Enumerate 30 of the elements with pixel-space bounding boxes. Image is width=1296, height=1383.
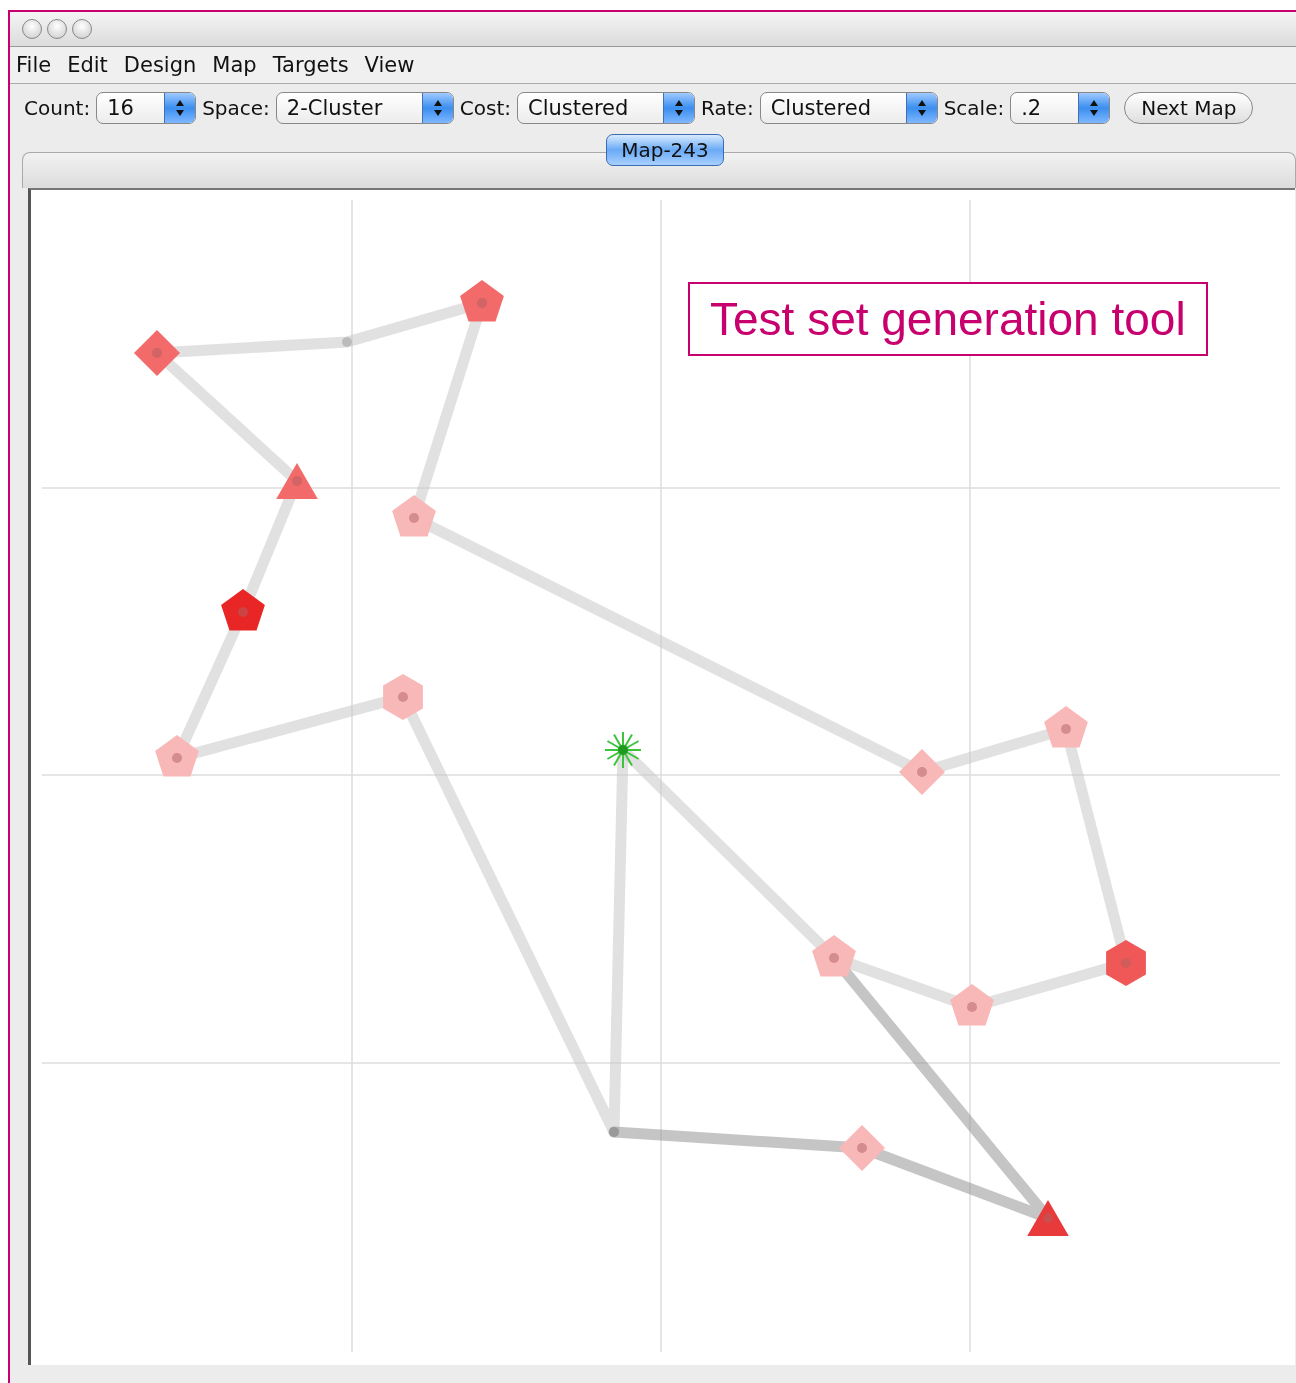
callout-label: Test set generation tool xyxy=(688,282,1208,356)
tab[interactable]: Map-243 xyxy=(606,134,724,166)
menu-item[interactable]: Edit xyxy=(67,53,108,77)
menu-item[interactable]: Map xyxy=(212,53,257,77)
window-zoom-button[interactable] xyxy=(72,19,92,39)
menu-item[interactable]: View xyxy=(364,53,415,77)
start-marker xyxy=(604,731,642,769)
dropdown[interactable]: .2 xyxy=(1010,92,1111,124)
waypoint xyxy=(609,1127,619,1137)
dropdown[interactable]: 2-Cluster xyxy=(275,92,454,124)
menu-item[interactable]: Targets xyxy=(272,53,349,77)
field-label: Rate: xyxy=(701,96,754,120)
spinner-arrows-icon xyxy=(175,99,186,117)
field-label: Count: xyxy=(24,96,91,120)
dropdown[interactable]: 16 xyxy=(96,92,197,124)
waypoint xyxy=(342,337,352,347)
menu-item[interactable]: Design xyxy=(123,53,197,77)
spinner-arrows-icon xyxy=(1089,99,1100,117)
menu-item[interactable]: File xyxy=(16,53,52,77)
dropdown[interactable]: Clustered xyxy=(759,92,938,124)
spinner-arrows-icon xyxy=(674,99,685,117)
field-label: Scale: xyxy=(943,96,1005,120)
next-map-button[interactable]: Next Map xyxy=(1124,92,1254,124)
field-label: Space: xyxy=(202,96,270,120)
field-label: Cost: xyxy=(459,96,512,120)
window-minimize-button[interactable] xyxy=(47,19,67,39)
spinner-arrows-icon xyxy=(916,99,927,117)
dropdown[interactable]: Clustered xyxy=(517,92,696,124)
spinner-arrows-icon xyxy=(432,99,443,117)
window-close-button[interactable] xyxy=(22,19,42,39)
